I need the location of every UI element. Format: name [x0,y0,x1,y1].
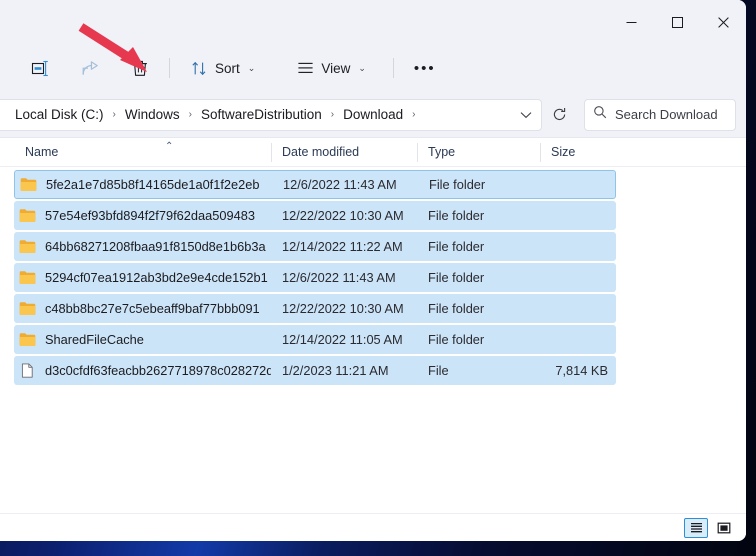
file-name-label: d3c0cfdf63feacbb2627718978c028272d02... [45,363,271,378]
column-header-size[interactable]: Size [540,138,617,167]
breadcrumb-separator: › [112,109,116,120]
table-row[interactable]: 5294cf07ea1912ab3bd2e9e4cde152b1 12/6/202… [14,263,616,292]
breadcrumb-item-0[interactable]: Local Disk (C:) [14,107,105,122]
view-label: View [321,60,351,76]
folder-icon [19,271,36,284]
file-type-cell: File [428,363,449,378]
view-icon [298,62,313,73]
column-header-date-label: Date modified [282,145,360,159]
sort-icon [192,61,206,75]
table-row[interactable]: c48bb8bc27e7c5ebeaff9baf77bbb091 12/22/20… [14,294,616,323]
file-name-cell[interactable]: d3c0cfdf63feacbb2627718978c028272d02... [14,363,271,378]
breadcrumb-separator: › [188,109,192,120]
file-date-cell: 12/22/2022 10:30 AM [282,301,404,316]
previous-locations-chevron-down-icon[interactable] [511,100,541,130]
folder-icon [19,209,36,222]
column-header-name-label: Name [25,145,59,159]
view-button[interactable]: View ⌄ [287,52,376,84]
column-headers: Name ⌃ Date modified Type Size [0,138,746,167]
window-controls [608,0,746,44]
file-name-label: 5fe2a1e7d85b8f14165de1a0f1f2e2eb [46,177,260,192]
file-explorer-window: Sort ⌄ View ⌄ ••• Local Disk (C:) › Wind… [0,0,746,541]
file-type-cell: File folder [428,208,485,223]
breadcrumb-separator: › [412,109,416,120]
ellipsis-icon: ••• [413,59,436,77]
file-name-cell[interactable]: 64bb68271208fbaa91f8150d8e1b6b3a [14,239,271,254]
breadcrumb[interactable]: Local Disk (C:) › Windows › SoftwareDist… [0,98,542,131]
toolbar-divider-2 [392,58,394,78]
table-row[interactable]: d3c0cfdf63feacbb2627718978c028272d02... 1… [14,356,616,385]
search-icon [593,105,607,124]
file-date-cell: 12/14/2022 11:22 AM [282,239,403,254]
chevron-down-icon: ⌄ [358,62,366,73]
breadcrumb-separator: › [330,109,335,120]
file-size-cell: 7,814 KB [555,363,608,378]
file-date-cell: 12/6/2022 11:43 AM [282,270,396,285]
large-icons-view-toggle[interactable] [712,518,736,538]
file-name-label: 64bb68271208fbaa91f8150d8e1b6b3a [45,239,266,254]
file-icon [21,363,33,378]
folder-icon [19,302,36,315]
folder-icon [20,178,37,191]
refresh-icon[interactable] [542,99,576,131]
file-name-cell[interactable]: c48bb8bc27e7c5ebeaff9baf77bbb091 [14,301,271,316]
file-name-cell[interactable]: SharedFileCache [14,332,271,347]
share-button[interactable] [72,52,109,84]
details-view-toggle[interactable] [684,517,708,538]
file-date-cell: 1/2/2023 11:21 AM [282,363,389,378]
file-name-cell[interactable]: 5fe2a1e7d85b8f14165de1a0f1f2e2eb [15,177,272,192]
file-type-cell: File folder [428,239,485,254]
file-name-label: 5294cf07ea1912ab3bd2e9e4cde152b1 [45,270,268,285]
see-more-button[interactable]: ••• [405,52,445,84]
file-type-cell: File folder [428,332,485,347]
file-list: 5fe2a1e7d85b8f14165de1a0f1f2e2eb 12/6/202… [0,167,746,385]
delete-button[interactable] [122,52,158,84]
file-name-cell[interactable]: 57e54ef93bfd894f2f79f62daa509483 [14,208,271,223]
folder-icon [19,333,36,346]
breadcrumb-item-3[interactable]: Download [342,107,404,122]
table-row[interactable]: 57e54ef93bfd894f2f79f62daa509483 12/22/20… [14,201,616,230]
file-date-cell: 12/6/2022 11:43 AM [283,177,397,192]
search-placeholder: Search Download [615,107,718,122]
breadcrumb-item-2[interactable]: SoftwareDistribution [200,107,323,122]
sort-ascending-caret-icon: ⌃ [165,140,174,152]
file-name-label: 57e54ef93bfd894f2f79f62daa509483 [45,208,255,223]
file-name-cell[interactable]: 5294cf07ea1912ab3bd2e9e4cde152b1 [14,270,271,285]
rename-button[interactable] [22,52,59,84]
file-type-cell: File folder [428,301,485,316]
table-row[interactable]: SharedFileCache 12/14/2022 11:05 AM File f… [14,325,616,354]
file-type-cell: File folder [428,270,485,285]
file-date-cell: 12/22/2022 10:30 AM [282,208,404,223]
column-header-type-label: Type [428,145,456,159]
column-header-size-label: Size [551,145,576,159]
sort-label: Sort [215,60,240,76]
address-bar-row: Local Disk (C:) › Windows › SoftwareDist… [0,92,746,138]
command-bar: Sort ⌄ View ⌄ ••• [0,44,746,92]
minimize-icon[interactable] [608,0,654,44]
file-type-cell: File folder [429,177,486,192]
column-header-name[interactable]: Name ⌃ [14,138,271,167]
table-row[interactable]: 64bb68271208fbaa91f8150d8e1b6b3a 12/14/20… [14,232,616,261]
folder-icon [19,240,36,253]
column-header-type[interactable]: Type [417,138,540,167]
search-input[interactable]: Search Download [584,98,736,131]
sort-button[interactable]: Sort ⌄ [181,52,265,84]
breadcrumb-item-1[interactable]: Windows [124,107,181,122]
file-date-cell: 12/14/2022 11:05 AM [282,332,403,347]
close-icon[interactable] [700,0,746,44]
table-row[interactable]: 5fe2a1e7d85b8f14165de1a0f1f2e2eb 12/6/202… [14,170,616,199]
file-name-label: c48bb8bc27e7c5ebeaff9baf77bbb091 [45,301,260,316]
toolbar-divider-1 [169,58,170,78]
chevron-down-icon: ⌄ [247,62,256,73]
title-bar [0,0,746,44]
status-bar [0,513,746,541]
maximize-icon[interactable] [654,0,700,44]
file-name-label: SharedFileCache [45,332,144,347]
column-header-date-modified[interactable]: Date modified [271,138,417,167]
